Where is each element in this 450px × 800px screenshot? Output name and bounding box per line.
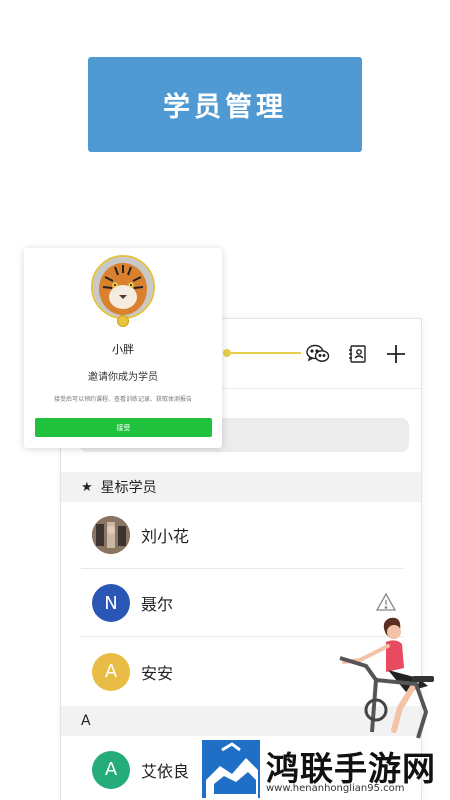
pointer-line	[226, 352, 301, 354]
avatar-letter: A	[104, 759, 118, 780]
list-item[interactable]: 刘小花	[81, 502, 403, 569]
student-name: 刘小花	[141, 527, 190, 546]
accept-button[interactable]: 接受	[35, 418, 212, 437]
avatar-letter: N	[104, 592, 118, 614]
avatar	[92, 516, 130, 554]
badge-icon	[117, 315, 129, 327]
avatar: A	[92, 652, 130, 691]
avatar: N	[92, 584, 130, 622]
section-title: A	[81, 713, 91, 729]
plus-icon[interactable]	[383, 341, 409, 367]
watermark-logo	[202, 740, 260, 798]
avatar-letter: A	[104, 661, 118, 682]
cyclist-illustration	[336, 612, 440, 746]
tiger-avatar	[91, 255, 155, 319]
invite-description: 接受后可以预约课程、查看训练记录、获取体测报告	[53, 396, 192, 403]
section-header-starred: ★ 星标学员	[61, 472, 421, 502]
student-name: 聂尔	[141, 595, 174, 614]
invite-text: 邀请你成为学员	[88, 372, 158, 383]
student-name: 艾依良	[141, 761, 190, 781]
page-title-banner: 学员管理	[88, 57, 362, 152]
avatar: A	[92, 750, 130, 789]
inviter-name: 小胖	[112, 343, 134, 356]
student-name: 安安	[141, 663, 174, 683]
contact-card-icon[interactable]	[345, 341, 371, 367]
wechat-icon[interactable]	[305, 341, 331, 367]
pointer-dot	[223, 349, 231, 357]
star-icon: ★	[81, 479, 93, 495]
watermark: 鸿联手游网 www.henanhonglian95.com	[202, 740, 450, 800]
watermark-url: www.henanhonglian95.com	[266, 783, 405, 794]
banner-title: 学员管理	[163, 92, 287, 123]
section-title: 星标学员	[100, 480, 157, 496]
invite-card: 小胖 邀请你成为学员 接受后可以预约课程、查看训练记录、获取体测报告 接受	[24, 248, 222, 448]
